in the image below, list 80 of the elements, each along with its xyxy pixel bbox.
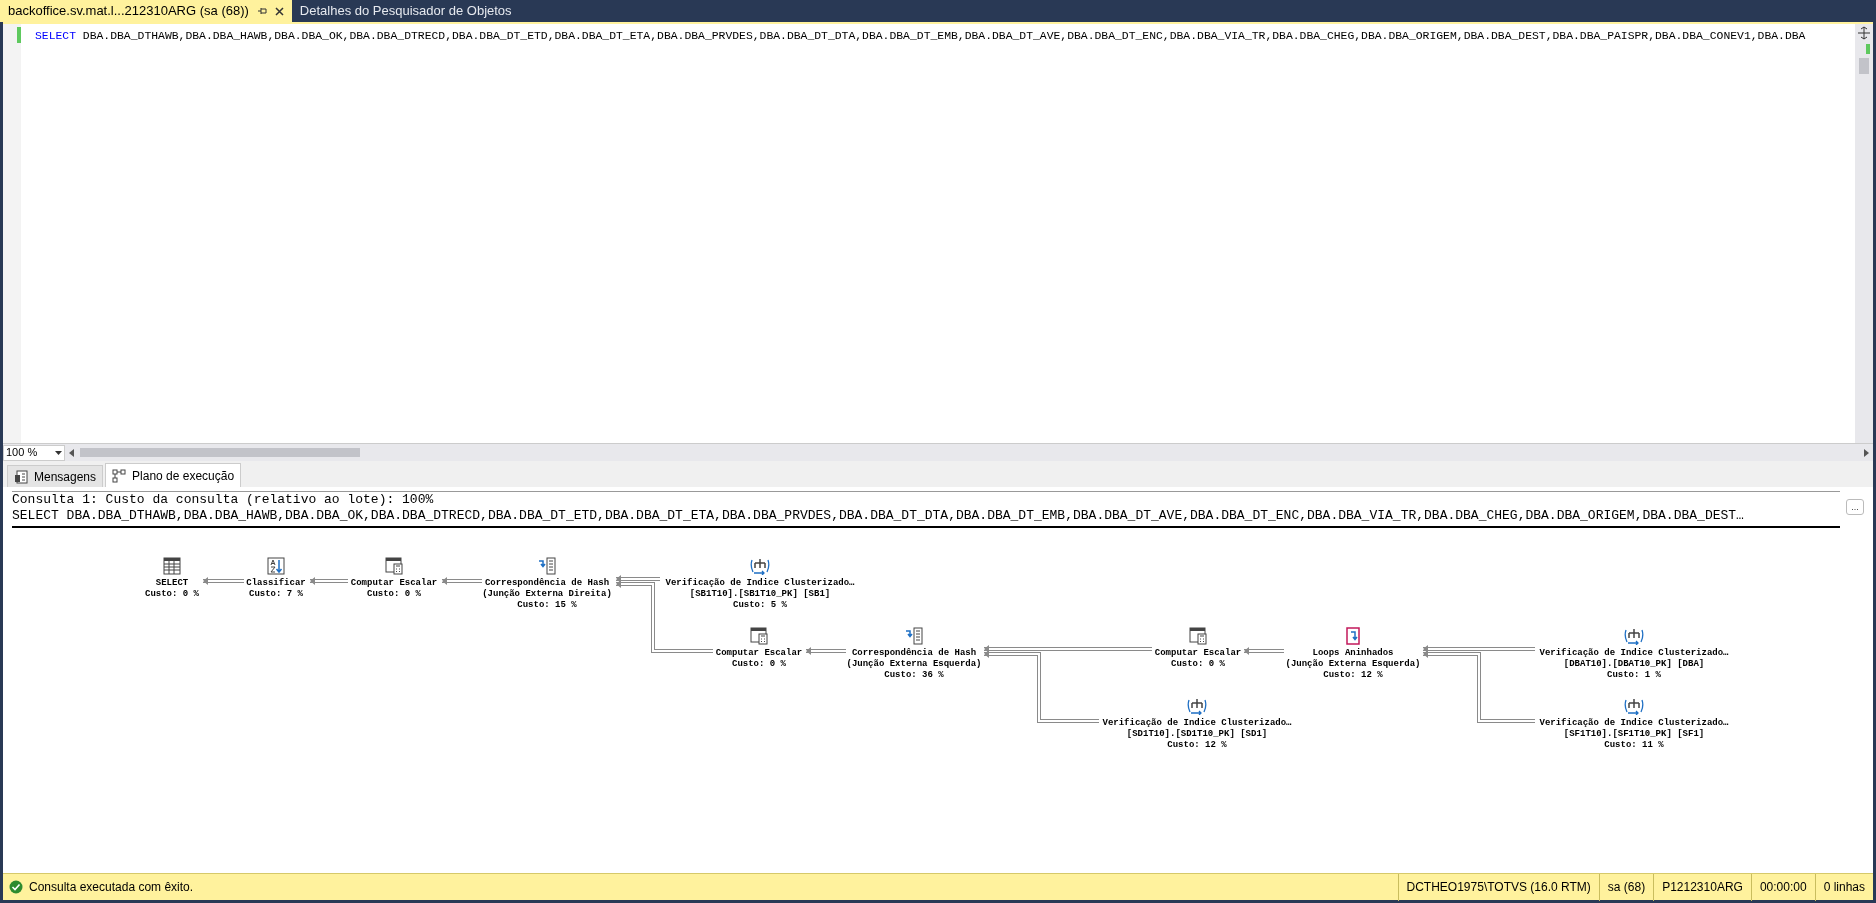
operator-detail: (Junção Externa Direita) xyxy=(482,589,612,600)
operator-detail: (Junção Externa Esquerda) xyxy=(1285,659,1421,670)
plan-icon xyxy=(112,468,127,483)
calculator-window-icon xyxy=(1189,627,1207,645)
index-scan-icon xyxy=(1624,697,1644,715)
operator-name: Loops Aninhados xyxy=(1312,648,1394,659)
calculator-window-icon xyxy=(385,557,403,575)
connector-arrow xyxy=(441,577,483,585)
operator-name: Correspondência de Hash xyxy=(851,648,977,659)
connector-arrow xyxy=(309,577,349,585)
result-tab[interactable]: Plano de execução xyxy=(105,463,242,487)
connector-arrow xyxy=(1243,647,1285,655)
status-field: 00:00:00 xyxy=(1750,873,1815,901)
table-icon xyxy=(163,557,181,575)
change-marker xyxy=(1866,44,1870,54)
index-scan-icon xyxy=(1624,627,1644,645)
operator-name: Verificação de Indice Clusterizado… xyxy=(665,578,855,589)
cost-label: Custo: 12 % xyxy=(1323,670,1383,681)
operator-name: Verificação de Indice Clusterizado… xyxy=(1539,718,1729,729)
operator-name: Correspondência de Hash xyxy=(484,578,610,589)
sort-icon xyxy=(267,557,285,575)
query-text: SELECT DBA.DBA_DTHAWB,DBA.DBA_HAWB,DBA.DBA_OK,DBA.DBA_DTRECD,DBA.DBA_DT_ETD,DBA.DBA_DT_ETA,DBA.DBA_PRVDES,DBA.DBA_DT_DTA,DBA.DBA_DT_EMB,DBA.DBA_DT_AVE,DBA.DBA_DT_ENC,DBA.DBA_VIA_TR,DBA.DBA_CHEG,DBA.DBA_ORIGEM,DBA.DBA_DEST… xyxy=(12,508,1745,524)
document-icon xyxy=(14,469,28,484)
operator-name: Verificação de Indice Clusterizado… xyxy=(1539,648,1729,659)
connector-arrow xyxy=(202,577,245,585)
document-tab[interactable]: Detalhes do Pesquisador de Objetos xyxy=(291,0,520,22)
hash-match-icon xyxy=(905,627,923,645)
query-cost-line: Consulta 1: Custo da consulta (relativo ao lote): 100% xyxy=(12,492,435,508)
loop-icon xyxy=(1344,627,1362,645)
more-button[interactable]: ... xyxy=(1846,499,1864,515)
cost-label: Custo: 7 % xyxy=(249,589,303,600)
split-icon[interactable] xyxy=(1857,26,1871,40)
cost-label: Custo: 5 % xyxy=(733,600,787,611)
operator-name: Computar Escalar xyxy=(1154,648,1242,659)
status-field: P1212310ARG xyxy=(1653,873,1751,901)
status-field: DCTHEO1975\TOTVS (16.0 RTM) xyxy=(1397,873,1599,901)
sql-keyword: SELECT xyxy=(35,30,76,42)
operator-detail: [SB1T10].[SB1T10_PK] [SB1] xyxy=(689,589,831,600)
operator-detail: [DBAT10].[DBAT10_PK] [DBA] xyxy=(1563,659,1705,670)
scroll-thumb[interactable] xyxy=(1859,58,1869,74)
cost-label: Custo: 1 % xyxy=(1607,670,1661,681)
operator-name: SELECT xyxy=(155,578,189,589)
cost-label: Custo: 12 % xyxy=(1167,740,1227,751)
scroll-thumb[interactable] xyxy=(80,448,360,457)
cost-label: Custo: 36 % xyxy=(884,670,944,681)
sql-text: DBA.DBA_DTHAWB,DBA.DBA_HAWB,DBA.DBA_OK,DBA.DBA_DTRECD,DBA.DBA_DT_ETD,DBA.DBA_DT_ETA,DBA.DBA_PRVDES,DBA.DBA_DT_DTA,DBA.DBA_DT_EMB,DBA.DBA_DT_AVE,DBA.DBA_DT_ENC,DBA.DBA_VIA_TR,DBA.DBA_CHEG,DBA.DBA_ORIGEM,DBA.DBA_DEST,DBA.DBA_PAISPR,DBA.DBA_CONEV1,DBA.DBA xyxy=(82,30,1806,42)
index-scan-icon xyxy=(750,557,770,575)
status-field: sa (68) xyxy=(1598,873,1654,901)
result-tab[interactable]: Mensagens xyxy=(7,465,104,487)
calculator-window-icon xyxy=(750,627,768,645)
document-tab[interactable]: backoffice.sv.mat.l...212310ARG (sa (68)) xyxy=(0,0,292,22)
status-field: 0 linhas xyxy=(1814,873,1873,901)
tab-title: backoffice.sv.mat.l...212310ARG (sa (68)) xyxy=(8,2,249,21)
cost-label: Custo: 0 % xyxy=(1171,659,1225,670)
check-icon xyxy=(9,880,23,894)
operator-detail: [SD1T10].[SD1T10_PK] [SD1] xyxy=(1126,729,1268,740)
operator-detail: (Junção Externa Esquerda) xyxy=(846,659,982,670)
hash-match-icon xyxy=(538,557,556,575)
cost-label: Custo: 0 % xyxy=(145,589,199,600)
cost-label: Custo: 0 % xyxy=(732,659,786,670)
pin-icon[interactable] xyxy=(256,6,267,16)
scroll-right-icon[interactable] xyxy=(1864,448,1869,457)
operator-name: Computar Escalar xyxy=(715,648,803,659)
tab-title: Detalhes do Pesquisador de Objetos xyxy=(299,2,512,21)
cost-label: Custo: 11 % xyxy=(1604,740,1664,751)
operator-name: Computar Escalar xyxy=(350,578,438,589)
operator-name: Verificação de Indice Clusterizado… xyxy=(1102,718,1292,729)
zoom-dropdown[interactable]: 100 % xyxy=(3,444,65,461)
index-scan-icon xyxy=(1187,697,1207,715)
scroll-left-icon[interactable] xyxy=(69,448,74,457)
operator-detail: [SF1T10].[SF1T10_PK] [SF1] xyxy=(1563,729,1705,740)
vertical-scrollbar[interactable] xyxy=(1855,24,1873,443)
caret-icon xyxy=(55,450,62,455)
close-icon[interactable] xyxy=(274,6,284,16)
connector-arrow xyxy=(805,647,847,655)
status-message: Consulta executada com êxito. xyxy=(29,879,194,896)
cost-label: Custo: 0 % xyxy=(367,589,421,600)
operator-name: Classificar xyxy=(246,578,306,589)
change-marker xyxy=(17,27,21,43)
cost-label: Custo: 15 % xyxy=(517,600,577,611)
